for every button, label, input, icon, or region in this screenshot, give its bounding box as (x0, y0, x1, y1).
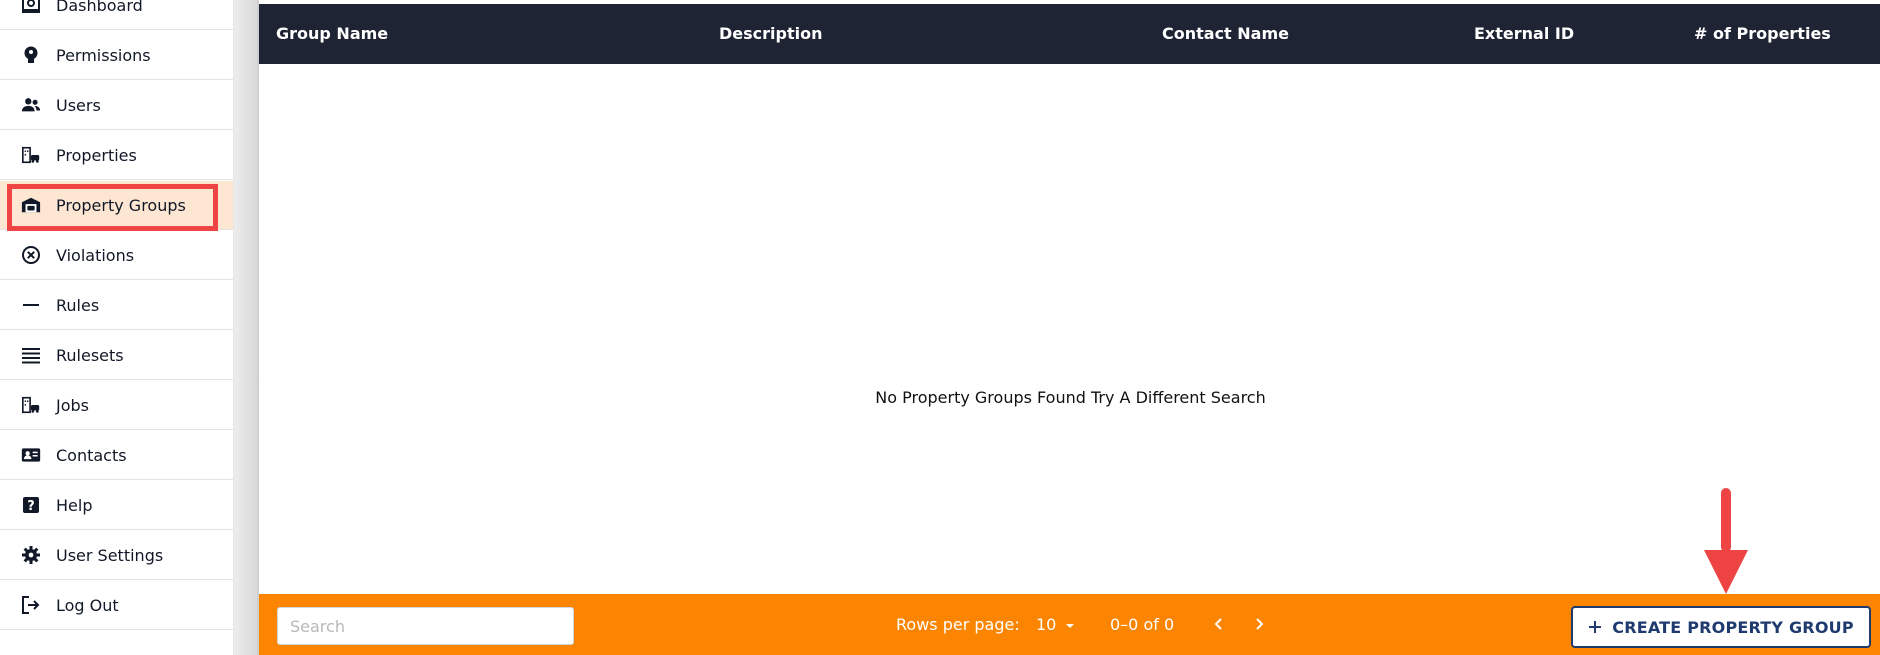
sidebar-item-user-settings[interactable]: User Settings (0, 531, 233, 580)
sidebar-item-label: Properties (56, 145, 137, 165)
properties-icon (21, 145, 41, 165)
sidebar-item-jobs[interactable]: Jobs (0, 381, 233, 430)
column-header-group-name[interactable]: Group Name (276, 4, 388, 64)
sidebar-item-label: Rulesets (56, 345, 124, 365)
help-icon: ? (21, 495, 41, 515)
gutter (234, 0, 257, 655)
rows-per-page-select[interactable]: 10 (1036, 594, 1075, 655)
sidebar-item-dashboard[interactable]: Dashboard (0, 0, 233, 30)
rules-icon (21, 295, 41, 315)
pagination-range: 0–0 of 0 (1110, 615, 1175, 634)
sidebar-item-label: Help (56, 495, 93, 515)
empty-state-message: No Property Groups Found Try A Different… (875, 388, 1266, 407)
sidebar-item-label: Users (56, 95, 101, 115)
rows-per-page-label: Rows per page: (896, 615, 1020, 634)
sidebar-item-label: User Settings (56, 545, 164, 565)
dashboard-icon (21, 0, 41, 15)
table-header: Group Name Description Contact Name Exte… (259, 4, 1880, 64)
sidebar-item-label: Log Out (56, 595, 119, 615)
sidebar-item-log-out[interactable]: Log Out (0, 581, 233, 630)
svg-text:?: ? (27, 499, 35, 514)
column-header-external-id[interactable]: External ID (1474, 4, 1574, 64)
contacts-icon (21, 445, 41, 465)
sidebar-item-label: Rules (56, 295, 100, 315)
sidebar-item-contacts[interactable]: Contacts (0, 431, 233, 480)
logout-icon (21, 595, 41, 615)
create-button-label: CREATE PROPERTY GROUP (1612, 617, 1854, 637)
plus-icon (1589, 621, 1602, 633)
table-footer: Rows per page: 10 0–0 of 0 CREATE PROPER… (259, 594, 1880, 655)
sidebar-item-rules[interactable]: Rules (0, 281, 233, 330)
jobs-icon (21, 395, 41, 415)
column-header-property-count[interactable]: # of Properties (1694, 4, 1831, 64)
column-header-contact-name[interactable]: Contact Name (1162, 4, 1289, 64)
sidebar-item-help[interactable]: ? Help (0, 481, 233, 530)
highlight-box (7, 184, 218, 231)
sidebar-item-users[interactable]: Users (0, 81, 233, 130)
settings-icon (21, 545, 41, 565)
sidebar-item-rulesets[interactable]: Rulesets (0, 331, 233, 380)
create-property-group-button[interactable]: CREATE PROPERTY GROUP (1571, 606, 1871, 648)
caret-down-icon (1066, 623, 1075, 628)
sidebar-item-label: Contacts (56, 445, 127, 465)
sidebar-item-label: Jobs (56, 395, 89, 415)
sidebar-item-properties[interactable]: Properties (0, 131, 233, 180)
chevron-right-icon (1256, 618, 1264, 630)
sidebar-item-label: Dashboard (56, 0, 143, 15)
column-header-description[interactable]: Description (719, 4, 822, 64)
violations-icon (21, 245, 41, 265)
sidebar-item-label: Permissions (56, 45, 151, 65)
next-page-button[interactable] (1247, 612, 1271, 636)
annotation-arrow-icon (1704, 488, 1748, 594)
property-groups-table: Group Name Description Contact Name Exte… (257, 0, 1880, 655)
sidebar-item-violations[interactable]: Violations (0, 231, 233, 280)
users-icon (21, 95, 41, 115)
chevron-left-icon (1214, 618, 1222, 630)
rulesets-icon (21, 345, 41, 365)
sidebar: Dashboard Permissions Users Properties P… (0, 0, 234, 655)
previous-page-button[interactable] (1207, 612, 1231, 636)
rows-per-page-value: 10 (1036, 615, 1057, 634)
permissions-icon (21, 45, 41, 65)
sidebar-item-label: Violations (56, 245, 135, 265)
search-input[interactable] (277, 607, 574, 645)
sidebar-item-permissions[interactable]: Permissions (0, 31, 233, 80)
